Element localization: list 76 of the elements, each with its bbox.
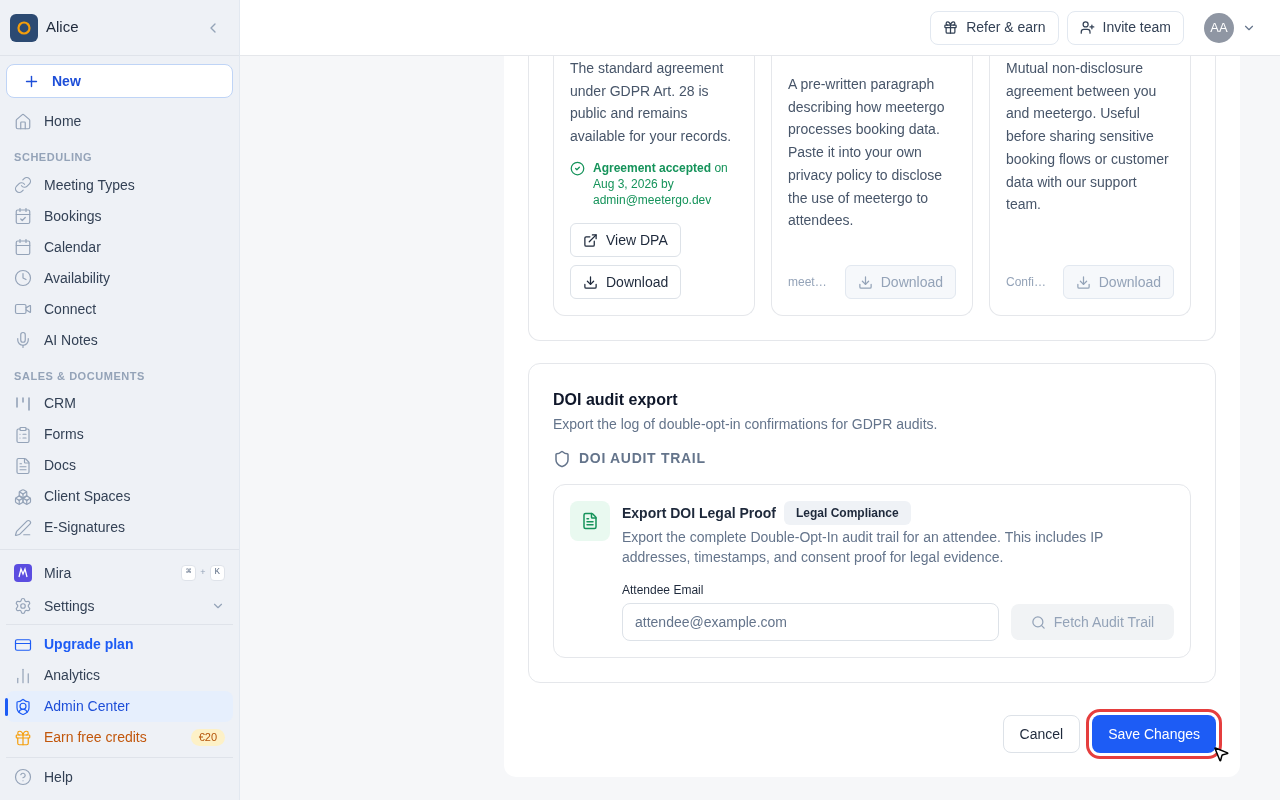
file-name: Confi… bbox=[1006, 274, 1046, 291]
nav-item[interactable]: Docs bbox=[6, 450, 233, 481]
home-icon bbox=[14, 112, 32, 131]
user-plus-icon bbox=[1079, 20, 1095, 35]
settings-icon bbox=[14, 597, 32, 615]
download-icon bbox=[1075, 274, 1091, 290]
section-label: SCHEDULING bbox=[13, 150, 94, 165]
section-label: SALES & DOCUMENTS bbox=[13, 368, 146, 384]
download-button[interactable]: Download bbox=[570, 265, 682, 299]
agreement-status: Agreement accepted on Aug 3, 2026 by admin@meetergo.dev bbox=[593, 159, 729, 208]
cancel-button[interactable]: Cancel bbox=[1002, 715, 1081, 753]
card-title: Export DOI Legal Proof bbox=[622, 503, 776, 523]
nav-item[interactable]: AI Notes bbox=[6, 324, 233, 356]
header-button[interactable]: Invite team bbox=[1066, 10, 1184, 45]
shield-icon bbox=[553, 449, 571, 468]
email-field[interactable]: attendee@example.com bbox=[622, 603, 999, 641]
nav-item[interactable]: Bookings bbox=[6, 200, 233, 232]
category-badge: Legal Compliance bbox=[784, 501, 911, 525]
download-icon bbox=[583, 274, 598, 290]
nav-item[interactable]: Connect bbox=[6, 293, 233, 325]
calendar-icon bbox=[14, 238, 32, 256]
key-cap: K bbox=[209, 565, 225, 581]
nav-item[interactable]: Help bbox=[6, 762, 233, 792]
nav-item[interactable]: Availability bbox=[6, 262, 233, 294]
download-icon bbox=[857, 274, 873, 290]
workspace-name: Alice bbox=[46, 17, 80, 38]
help-icon bbox=[14, 768, 32, 786]
nav-item[interactable]: Client Spaces bbox=[6, 481, 233, 512]
assistant-label[interactable]: Mira bbox=[44, 562, 169, 584]
field-label: Attendee Email bbox=[622, 582, 705, 599]
boxes-icon bbox=[14, 487, 32, 506]
clock-icon bbox=[14, 269, 32, 287]
search-icon bbox=[1030, 614, 1046, 630]
external-link-icon bbox=[583, 232, 598, 248]
section-title: DOI audit export bbox=[553, 390, 679, 410]
bar-chart-icon bbox=[14, 666, 32, 685]
credit-badge: €20 bbox=[190, 729, 225, 746]
document-icon bbox=[14, 456, 32, 475]
mouse-pointer-icon bbox=[1212, 745, 1230, 763]
new-button[interactable]: New bbox=[6, 64, 233, 98]
view-button[interactable]: View DPA bbox=[570, 223, 681, 257]
check-circle-icon bbox=[570, 160, 585, 176]
card-description: Export the complete Double-Opt-In audit trail for an attendee. This includes IP addresses, timestamps, and consent proof for legal evidence. bbox=[622, 528, 1105, 567]
file-name: meet… bbox=[788, 274, 827, 291]
nav-item[interactable]: Analytics bbox=[6, 660, 233, 691]
nav-item[interactable]: Admin Center bbox=[6, 691, 233, 722]
nav-item[interactable]: Forms bbox=[6, 419, 233, 450]
workspace-logo bbox=[10, 13, 38, 42]
nav-item[interactable]: Upgrade plan bbox=[6, 629, 233, 660]
key-joiner: + bbox=[200, 566, 206, 580]
assistant-logo bbox=[14, 564, 32, 582]
nav-item[interactable]: E-Signatures bbox=[6, 512, 233, 543]
calendar-check-icon bbox=[14, 207, 32, 225]
document-description: Mutual non-disclosure agreement between you and meetergo. Useful before sharing sensitive booking flows or customer data with our support team. bbox=[1006, 59, 1170, 215]
pen-icon bbox=[14, 518, 32, 537]
clipboard-icon bbox=[14, 425, 32, 444]
subsection-label: DOI AUDIT TRAIL bbox=[579, 449, 706, 468]
microphone-icon bbox=[14, 331, 32, 349]
settings-item[interactable]: Settings bbox=[6, 588, 233, 624]
section-description: Export the log of double-opt-in confirmations for GDPR audits. bbox=[553, 415, 939, 434]
shield-user-icon bbox=[14, 697, 32, 716]
link-icon bbox=[14, 176, 32, 194]
header-button[interactable]: Refer & earn bbox=[930, 10, 1059, 45]
gift-icon bbox=[14, 728, 32, 747]
document-description: A pre-written paragraph describing how meetergo processes booking data. Paste it into your own privacy policy to disclose the use of meetergo to attendees. bbox=[788, 75, 946, 231]
nav-item[interactable]: Calendar bbox=[6, 231, 233, 263]
active-indicator bbox=[5, 698, 8, 716]
document-description: The standard agreement under GDPR Art. 28 is public and remains available for your records. bbox=[570, 59, 733, 147]
nav-item[interactable]: Earn free credits €20 bbox=[6, 722, 233, 753]
key-cap: ⌘ bbox=[180, 565, 197, 581]
nav-item[interactable]: CRM bbox=[6, 388, 233, 419]
document-icon bbox=[581, 512, 599, 530]
bars-icon bbox=[14, 394, 32, 413]
gift-icon bbox=[943, 20, 959, 35]
nav-item[interactable]: Meeting Types bbox=[6, 169, 233, 201]
nav-item[interactable]: Home bbox=[6, 106, 233, 137]
